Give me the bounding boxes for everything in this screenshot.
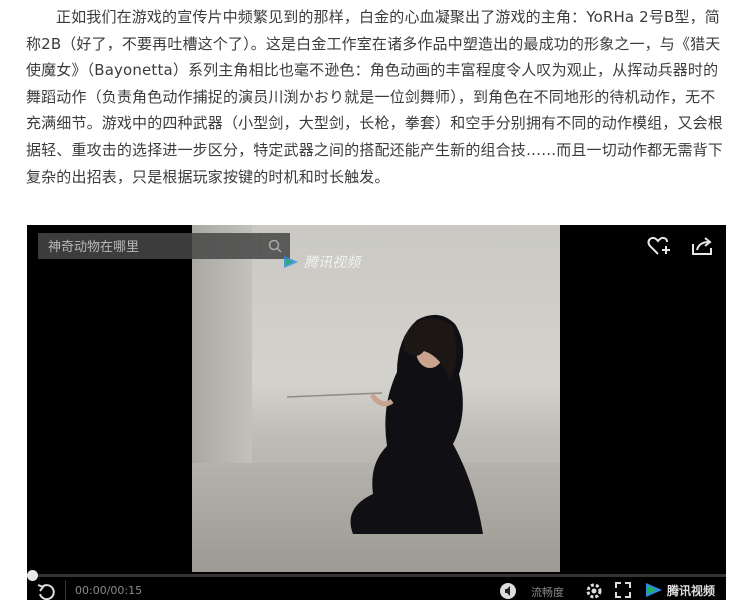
quality-button[interactable]: 流畅度 — [531, 584, 564, 600]
time-display: 00:00 / 00:15 — [75, 584, 143, 597]
article-paragraph: 正如我们在游戏的宣传片中频繁见到的那样，白金的心血凝聚出了游戏的主角：YoRHa… — [26, 8, 723, 186]
fullscreen-button[interactable] — [615, 582, 631, 598]
share-button[interactable] — [689, 233, 717, 259]
quality-label: 流畅度 — [531, 586, 564, 599]
time-current: 00:00 — [75, 584, 107, 597]
replay-icon — [37, 584, 55, 600]
fullscreen-icon — [615, 582, 631, 598]
control-bar: 00:00 / 00:15 流畅度 腾讯视频 — [27, 580, 726, 600]
gear-icon — [586, 583, 602, 599]
time-total: 00:15 — [110, 584, 143, 597]
video-player[interactable]: 腾讯视频 00:00 / 00:15 — [27, 225, 726, 600]
brand-logo[interactable]: 腾讯视频 — [644, 581, 715, 599]
favorite-add-button[interactable] — [646, 233, 674, 259]
replay-button[interactable] — [35, 582, 57, 600]
search-icon — [268, 239, 282, 253]
video-search-input[interactable] — [46, 236, 260, 258]
video-watermark: 腾讯视频 — [282, 249, 360, 275]
watermark-text: 腾讯视频 — [304, 255, 360, 271]
video-frame[interactable] — [192, 225, 560, 572]
tencent-video-logo-icon — [284, 256, 298, 268]
progress-bar[interactable] — [27, 574, 726, 577]
tencent-video-brand-icon — [646, 583, 662, 597]
heart-plus-icon — [647, 236, 670, 255]
volume-button[interactable] — [499, 582, 517, 600]
share-icon — [692, 237, 712, 255]
dancer-figure — [286, 314, 483, 534]
settings-button[interactable] — [585, 582, 603, 600]
volume-icon — [500, 583, 516, 599]
brand-label: 腾讯视频 — [667, 583, 716, 598]
video-search-box — [38, 233, 290, 259]
